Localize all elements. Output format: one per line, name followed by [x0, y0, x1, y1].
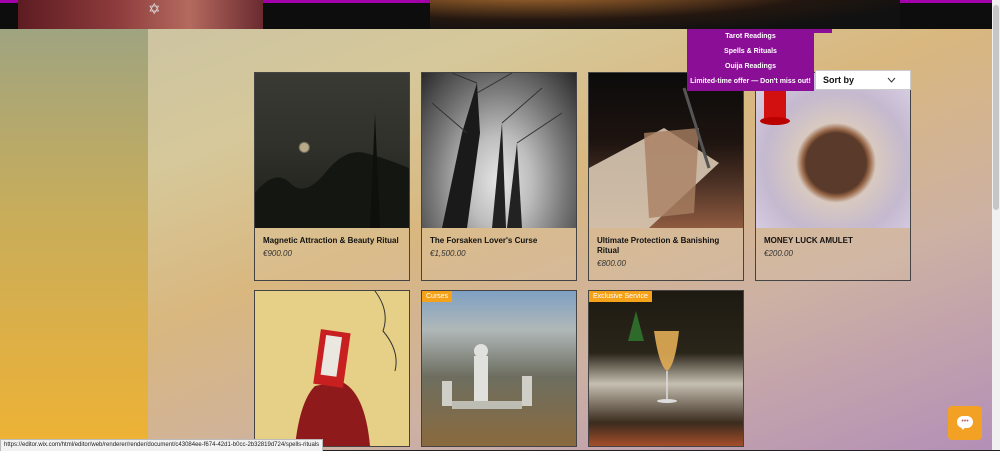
product-image[interactable] [589, 73, 743, 228]
nav-dropdown-menu: Tarot Readings Spells & Rituals Ouija Re… [687, 29, 814, 91]
sort-by-dropdown[interactable]: Sort by [815, 70, 911, 90]
menu-item-tarot-readings[interactable]: Tarot Readings [687, 29, 814, 44]
chevron-down-icon [887, 71, 896, 95]
product-price: €1,500.00 [430, 249, 466, 258]
product-image[interactable] [422, 73, 576, 228]
product-card[interactable]: The Forsaken Lover's Curse €1,500.00 [421, 72, 577, 281]
product-card[interactable]: MONEY LUCK AMULET €200.00 [755, 72, 911, 281]
sort-by-label: Sort by [823, 75, 855, 85]
product-title[interactable]: MONEY LUCK AMULET [764, 236, 902, 246]
product-price: €200.00 [764, 249, 793, 258]
hero-image-right [430, 0, 900, 29]
product-image[interactable] [255, 291, 409, 446]
product-image[interactable] [255, 73, 409, 228]
product-image[interactable] [756, 73, 910, 228]
product-price: €800.00 [597, 259, 626, 268]
scrollbar-thumb[interactable] [993, 5, 999, 210]
product-title[interactable]: The Forsaken Lover's Curse [430, 236, 568, 246]
shop-section: Tarot Readings Spells & Rituals Ouija Re… [0, 0, 1000, 450]
product-image[interactable]: Curses [422, 291, 576, 446]
product-card[interactable]: Magnetic Attraction & Beauty Ritual €900… [254, 72, 410, 281]
product-title[interactable]: Ultimate Protection & Banishing Ritual [597, 236, 735, 256]
star-icon: ✡ [148, 1, 161, 18]
product-title[interactable]: Magnetic Attraction & Beauty Ritual [263, 236, 401, 246]
product-image[interactable]: Exclusive Service [589, 291, 743, 446]
menu-item-ouija-readings[interactable]: Ouija Readings [687, 59, 814, 74]
menu-item-spells-rituals[interactable]: Spells & Rituals [687, 44, 814, 59]
hero-image-left: ✡ [18, 0, 263, 29]
product-card[interactable]: Ultimate Protection & Banishing Ritual €… [588, 72, 744, 281]
status-url: https://editor.wix.com/html/editor/web/r… [0, 439, 324, 451]
product-card[interactable]: Curses [421, 290, 577, 447]
menu-item-limited-offer[interactable]: Limited-time offer — Don't miss out! [687, 74, 814, 89]
chat-bubble-icon: ••• [957, 416, 973, 430]
menu-strip [814, 29, 832, 33]
page-scrollbar[interactable] [992, 0, 1000, 450]
hero-banner: ✡ [0, 0, 1000, 29]
chat-button[interactable]: ••• [948, 406, 982, 440]
product-price: €900.00 [263, 249, 292, 258]
product-card[interactable]: Exclusive Service [588, 290, 744, 447]
product-card[interactable] [254, 290, 410, 447]
